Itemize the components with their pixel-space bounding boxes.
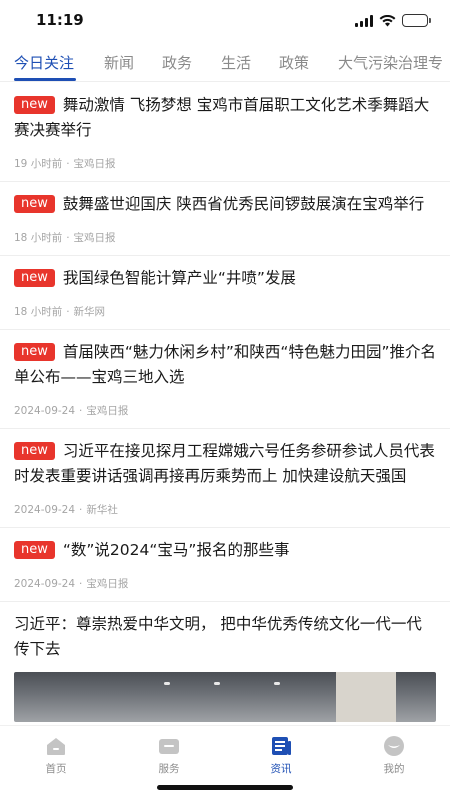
home-icon	[47, 738, 65, 755]
news-title: new 鼓舞盛世迎国庆 陕西省优秀民间锣鼓展演在宝鸡举行	[14, 192, 436, 217]
featured-news-item[interactable]: 习近平：尊崇热爱中华文明， 把中华优秀传统文化一代一代传下去	[0, 602, 450, 722]
tab-government[interactable]: 政务	[162, 52, 192, 73]
nav-news[interactable]: 资讯	[236, 734, 326, 776]
tab-news[interactable]: 新闻	[104, 52, 134, 73]
news-title: new 首届陕西“魅力休闲乡村”和陕西“特色魅力田园”推介名单公布——宝鸡三地入选	[14, 343, 436, 386]
news-title: new 习近平在接见探月工程嫦娥六号任务参研参试人员代表时发表重要讲话强调再接再厉…	[14, 442, 435, 485]
home-indicator	[157, 785, 293, 790]
new-badge: new	[14, 96, 55, 114]
news-meta: 2024-09-24 · 新华社	[14, 504, 118, 516]
news-meta: 18 小时前 · 新华网	[14, 306, 106, 318]
news-time: 2024-09-24	[14, 504, 76, 516]
news-time: 19 小时前	[14, 158, 63, 170]
nav-service-label: 服务	[158, 763, 180, 775]
news-title: new “数”说2024“宝马”报名的那些事	[14, 538, 436, 563]
new-badge: new	[14, 195, 55, 213]
profile-icon	[384, 736, 404, 756]
news-source: 宝鸡日报	[86, 405, 129, 417]
status-bar: 11:19	[0, 0, 450, 44]
news-meta: 19 小时前 · 宝鸡日报	[14, 158, 116, 170]
news-time: 2024-09-24	[14, 405, 76, 417]
news-time: 18 小时前	[14, 306, 63, 318]
news-source: 新华网	[73, 306, 106, 318]
nav-news-label: 资讯	[270, 763, 292, 775]
battery-icon	[402, 14, 431, 27]
service-icon	[159, 739, 179, 754]
category-tabs: 今日关注 新闻 政务 生活 政策 大气污染治理专	[0, 44, 450, 82]
wifi-icon	[379, 14, 396, 26]
news-item[interactable]: new 鼓舞盛世迎国庆 陕西省优秀民间锣鼓展演在宝鸡举行 18 小时前 · 宝鸡日报	[0, 182, 450, 256]
news-source: 新华社	[86, 504, 118, 516]
new-badge: new	[14, 343, 55, 361]
nav-home[interactable]: 首页	[11, 734, 101, 776]
active-tab-indicator	[14, 78, 76, 81]
featured-news-title: 习近平：尊崇热爱中华文明， 把中华优秀传统文化一代一代传下去	[14, 615, 422, 658]
news-time: 2024-09-24	[14, 578, 76, 590]
news-title: new 舞动激情 飞扬梦想 宝鸡市首届职工文化艺术季舞蹈大赛决赛举行	[14, 96, 430, 139]
news-item[interactable]: new “数”说2024“宝马”报名的那些事 2024-09-24 · 宝鸡日报	[0, 528, 450, 602]
tab-today-focus[interactable]: 今日关注	[14, 52, 74, 73]
news-time: 18 小时前	[14, 232, 63, 244]
nav-profile-label: 我的	[383, 763, 405, 775]
news-title: new 我国绿色智能计算产业“井喷”发展	[14, 266, 436, 291]
news-source: 宝鸡日报	[73, 232, 116, 244]
status-icons	[355, 14, 431, 27]
news-item[interactable]: new 我国绿色智能计算产业“井喷”发展 18 小时前 · 新华网	[0, 256, 450, 330]
nav-profile[interactable]: 我的	[349, 734, 439, 776]
featured-news-image	[14, 672, 436, 722]
tab-life[interactable]: 生活	[221, 52, 251, 73]
new-badge: new	[14, 442, 55, 460]
news-item[interactable]: new 首届陕西“魅力休闲乡村”和陕西“特色魅力田园”推介名单公布——宝鸡三地入选…	[0, 330, 450, 429]
new-badge: new	[14, 269, 55, 287]
news-item[interactable]: new 习近平在接见探月工程嫦娥六号任务参研参试人员代表时发表重要讲话强调再接再厉…	[0, 429, 450, 528]
news-feed[interactable]: new 舞动激情 飞扬梦想 宝鸡市首届职工文化艺术季舞蹈大赛决赛举行 19 小时前…	[0, 83, 450, 725]
news-source: 宝鸡日报	[86, 578, 129, 590]
tab-air-pollution[interactable]: 大气污染治理专	[338, 52, 443, 73]
new-badge: new	[14, 541, 55, 559]
cellular-signal-icon	[355, 14, 373, 27]
news-icon	[272, 737, 291, 755]
nav-home-label: 首页	[45, 763, 67, 775]
news-meta: 18 小时前 · 宝鸡日报	[14, 232, 116, 244]
nav-service[interactable]: 服务	[124, 734, 214, 776]
news-meta: 2024-09-24 · 宝鸡日报	[14, 578, 129, 590]
tab-policy[interactable]: 政策	[279, 52, 309, 73]
status-time: 11:19	[36, 11, 84, 29]
news-source: 宝鸡日报	[73, 158, 116, 170]
news-item[interactable]: new 舞动激情 飞扬梦想 宝鸡市首届职工文化艺术季舞蹈大赛决赛举行 19 小时前…	[0, 83, 450, 182]
news-meta: 2024-09-24 · 宝鸡日报	[14, 405, 129, 417]
